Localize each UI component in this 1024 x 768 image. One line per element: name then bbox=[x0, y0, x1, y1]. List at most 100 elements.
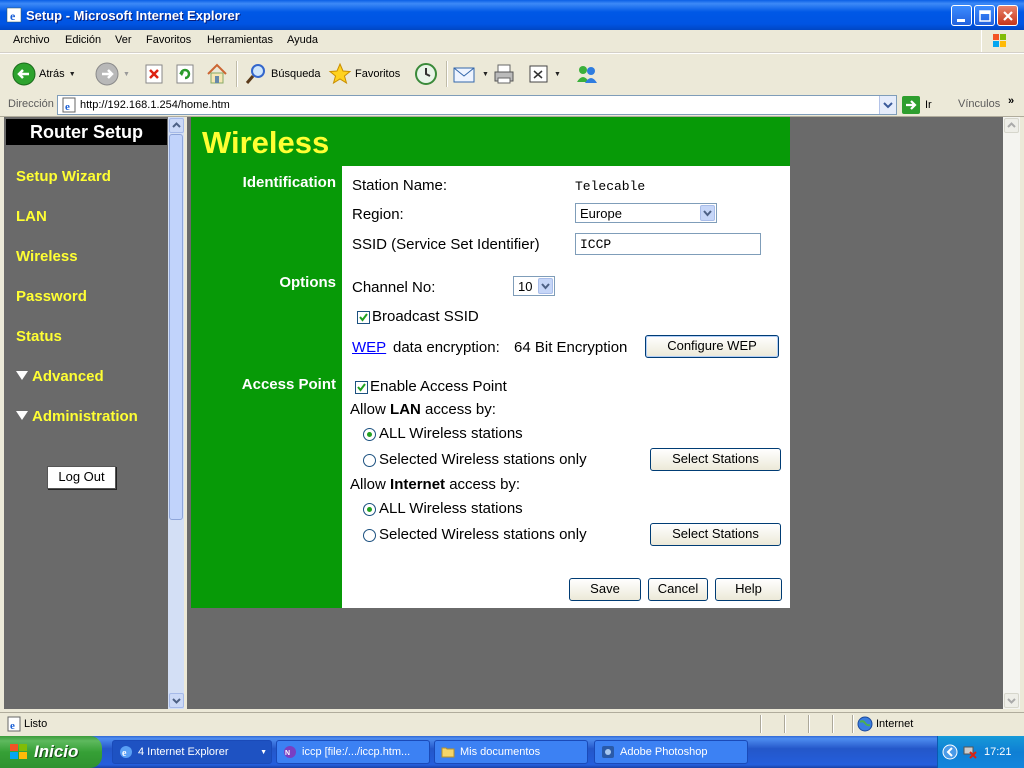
nav-wireless[interactable]: Wireless bbox=[16, 248, 78, 265]
ie-icon: e bbox=[120, 746, 132, 759]
minimize-button[interactable] bbox=[951, 5, 972, 26]
print-button[interactable] bbox=[492, 60, 516, 88]
svg-text:e: e bbox=[10, 9, 16, 23]
edit-button[interactable]: ▼ bbox=[528, 60, 561, 88]
nav-password[interactable]: Password bbox=[16, 288, 87, 305]
logout-button[interactable]: Log Out bbox=[47, 466, 116, 489]
enable-access-point-checkbox[interactable] bbox=[355, 381, 368, 394]
menu-edicion[interactable]: Edición bbox=[65, 34, 101, 46]
task-adobe-photoshop[interactable]: Adobe Photoshop bbox=[594, 740, 748, 764]
start-button[interactable]: Inicio bbox=[0, 736, 102, 768]
chevron-down-icon[interactable] bbox=[700, 205, 715, 221]
allow-lan-heading: Allow LAN access by: bbox=[350, 401, 496, 418]
triangle-down-icon bbox=[16, 411, 28, 420]
status-separator bbox=[808, 715, 810, 733]
internet-all-stations-radio[interactable] bbox=[363, 503, 376, 516]
section-identification: Identification bbox=[242, 174, 336, 191]
favorites-button[interactable]: Favoritos bbox=[328, 60, 400, 88]
router-setup-brand: Router Setup bbox=[6, 119, 167, 145]
forward-button[interactable]: ▼ bbox=[95, 60, 130, 88]
menu-archivo[interactable]: Archivo bbox=[13, 34, 50, 46]
nav-advanced[interactable]: Advanced bbox=[16, 368, 104, 385]
scroll-thumb[interactable] bbox=[169, 134, 183, 520]
menu-ver[interactable]: Ver bbox=[115, 34, 132, 46]
scroll-down-button[interactable] bbox=[169, 693, 184, 708]
messenger-button[interactable] bbox=[574, 60, 600, 88]
back-button[interactable]: Atrás ▼ bbox=[12, 60, 76, 88]
show-hidden-icons-button[interactable] bbox=[942, 744, 958, 760]
internet-select-stations-button[interactable]: Select Stations bbox=[650, 523, 781, 546]
settings-panel: Station Name: Telecable Region: Europe S… bbox=[342, 166, 790, 608]
ssid-input[interactable]: ICCP bbox=[575, 233, 761, 255]
netscape-icon: N bbox=[284, 746, 296, 758]
maximize-button[interactable] bbox=[974, 5, 995, 26]
home-button[interactable] bbox=[205, 60, 229, 88]
task-iccp-document[interactable]: N iccp [file:/.../iccp.htm... bbox=[276, 740, 430, 764]
star-icon bbox=[328, 62, 352, 85]
internet-all-stations-label: ALL Wireless stations bbox=[379, 500, 523, 517]
help-button[interactable]: Help bbox=[715, 578, 782, 601]
mail-dropdown-icon[interactable]: ▼ bbox=[482, 71, 489, 78]
network-disconnected-icon[interactable] bbox=[962, 744, 978, 760]
status-separator bbox=[832, 715, 834, 733]
refresh-button[interactable] bbox=[175, 60, 195, 88]
nav-administration[interactable]: Administration bbox=[16, 408, 138, 425]
forward-dropdown-icon[interactable]: ▼ bbox=[123, 71, 130, 78]
scroll-up-button[interactable] bbox=[1004, 118, 1019, 133]
edit-dropdown-icon[interactable]: ▼ bbox=[554, 71, 561, 78]
mail-button[interactable]: ▼ bbox=[452, 60, 489, 88]
content-frame: Wireless Identification Options Access P… bbox=[187, 117, 1003, 709]
stop-button[interactable] bbox=[144, 60, 164, 88]
clock: 17:21 bbox=[984, 746, 1012, 758]
links-label[interactable]: Vínculos bbox=[958, 98, 1000, 110]
status-separator bbox=[784, 715, 786, 733]
content-frame-scrollbar[interactable] bbox=[1003, 117, 1020, 709]
configure-wep-button[interactable]: Configure WEP bbox=[645, 335, 779, 358]
menu-favoritos[interactable]: Favoritos bbox=[146, 34, 191, 46]
nav-status[interactable]: Status bbox=[16, 328, 62, 345]
menu-herramientas[interactable]: Herramientas bbox=[207, 34, 273, 46]
status-separator bbox=[852, 715, 854, 733]
chevron-down-icon[interactable] bbox=[538, 278, 553, 294]
allow-lan-bold: LAN bbox=[390, 401, 421, 418]
cancel-button[interactable]: Cancel bbox=[648, 578, 708, 601]
scroll-up-button[interactable] bbox=[169, 118, 184, 133]
section-access-point: Access Point bbox=[241, 376, 336, 393]
lan-all-stations-radio[interactable] bbox=[363, 428, 376, 441]
region-select[interactable]: Europe bbox=[575, 203, 717, 223]
wep-label: data encryption: bbox=[393, 339, 500, 356]
window-title-bar[interactable]: e Setup - Microsoft Internet Explorer bbox=[0, 0, 1024, 30]
address-input[interactable]: e http://192.168.1.254/home.htm bbox=[57, 95, 897, 115]
windows-flag-icon bbox=[981, 30, 1016, 52]
address-dropdown-button[interactable] bbox=[879, 96, 896, 114]
task-label: Adobe Photoshop bbox=[620, 746, 708, 758]
wep-link[interactable]: WEP bbox=[352, 339, 386, 356]
toolbar-separator bbox=[236, 61, 238, 87]
task-mis-documentos[interactable]: Mis documentos bbox=[434, 740, 588, 764]
chevron-right-icon[interactable]: » bbox=[1008, 95, 1014, 107]
history-button[interactable] bbox=[413, 60, 439, 88]
nav-lan[interactable]: LAN bbox=[16, 208, 47, 225]
back-dropdown-icon[interactable]: ▼ bbox=[69, 71, 76, 78]
status-bar: e Listo Internet bbox=[0, 712, 1024, 735]
internet-selected-stations-radio[interactable] bbox=[363, 529, 376, 542]
scroll-down-button[interactable] bbox=[1004, 693, 1019, 708]
close-button[interactable] bbox=[997, 5, 1018, 26]
nav-frame-scrollbar[interactable] bbox=[168, 117, 184, 709]
broadcast-ssid-label: Broadcast SSID bbox=[372, 308, 479, 325]
channel-select[interactable]: 10 bbox=[513, 276, 555, 296]
broadcast-ssid-checkbox[interactable] bbox=[357, 311, 370, 324]
svg-text:N: N bbox=[285, 750, 290, 757]
allow-internet-bold: Internet bbox=[390, 476, 446, 493]
lan-selected-stations-radio[interactable] bbox=[363, 454, 376, 467]
save-button[interactable]: Save bbox=[569, 578, 641, 601]
toolbar-separator bbox=[446, 61, 448, 87]
menu-ayuda[interactable]: Ayuda bbox=[287, 34, 318, 46]
nav-setup-wizard[interactable]: Setup Wizard bbox=[16, 168, 111, 185]
home-icon bbox=[207, 63, 227, 84]
search-button[interactable]: Búsqueda bbox=[244, 60, 321, 88]
task-internet-explorer[interactable]: e 4 Internet Explorer ▼ bbox=[112, 740, 272, 764]
lan-select-stations-button[interactable]: Select Stations bbox=[650, 448, 781, 471]
forward-arrow-icon bbox=[95, 62, 119, 86]
go-button[interactable]: Ir bbox=[902, 96, 932, 114]
